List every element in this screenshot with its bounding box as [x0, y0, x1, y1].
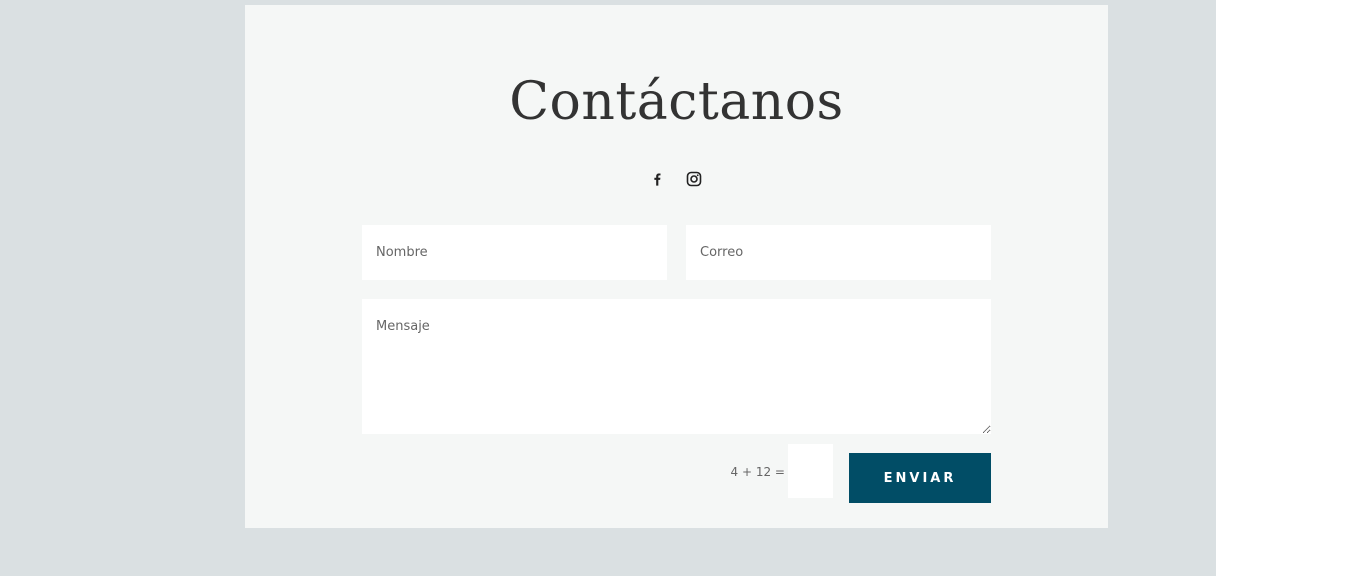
instagram-icon	[686, 171, 702, 187]
social-links	[245, 169, 1108, 189]
instagram-link[interactable]	[684, 169, 704, 189]
facebook-link[interactable]	[648, 169, 668, 189]
page-title: Contáctanos	[509, 72, 844, 132]
contact-section: Contáctanos 4 + 12 = ENVIAR	[245, 5, 1108, 528]
name-field[interactable]	[362, 225, 667, 280]
message-field[interactable]	[362, 299, 991, 434]
send-button[interactable]: ENVIAR	[849, 453, 991, 503]
page-background: Contáctanos 4 + 12 = ENVIAR	[0, 0, 1216, 576]
facebook-icon	[654, 173, 661, 186]
captcha-input[interactable]	[788, 444, 833, 498]
captcha-question: 4 + 12 =	[730, 465, 785, 479]
email-field[interactable]	[686, 225, 991, 280]
